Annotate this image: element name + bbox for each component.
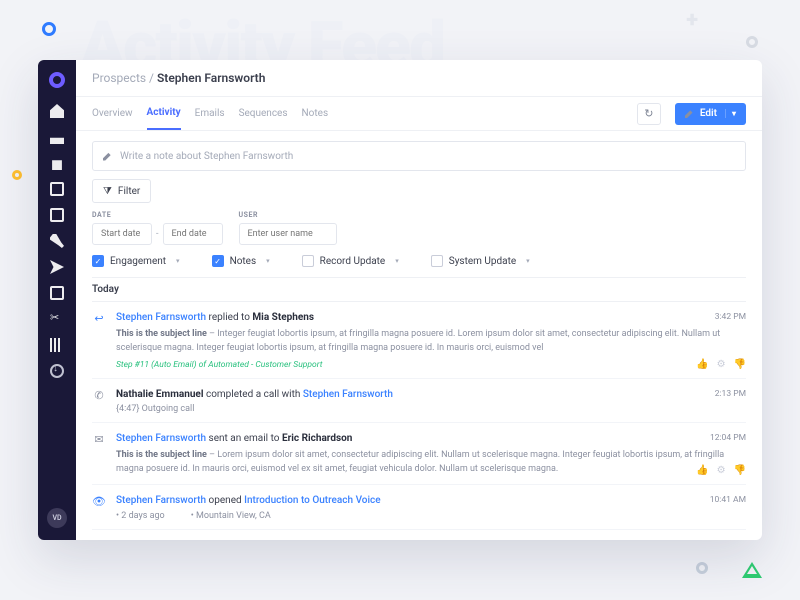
deco-plus-icon: + [686, 8, 698, 33]
app-logo-icon[interactable] [49, 72, 65, 88]
reactions: 👍 ⚙ 👎 [696, 465, 746, 476]
category-filters: ✓Engagement▾ ✓Notes▾ Record Update▾ System … [92, 255, 746, 267]
snippets-icon[interactable]: ✂ [50, 312, 64, 326]
tab-overview[interactable]: Overview [92, 98, 133, 129]
timestamp: 3:42 PM [715, 312, 746, 322]
mail-icon: ✉ [92, 433, 106, 476]
user-avatar[interactable]: VD [47, 508, 67, 528]
templates-icon[interactable] [50, 286, 64, 300]
note-input[interactable]: Write a note about Stephen Farnsworth [92, 141, 746, 171]
checkbox-icon: ✓ [92, 255, 104, 267]
reaction-button[interactable]: 👍 [696, 359, 708, 370]
breadcrumb-root[interactable]: Prospects [92, 71, 146, 85]
activity-item: ↩ Stephen Farnsworth replied to Mia Steph… [92, 302, 746, 379]
start-date-input[interactable] [92, 223, 152, 245]
activity-subrow: 2 days agoMountain View, CA [116, 511, 746, 521]
activity-meta: Step #11 (Auto Email) of Automated - Cus… [116, 360, 746, 370]
category-system-update[interactable]: System Update▾ [431, 255, 530, 267]
activity-description: This is the subject line – Lorem ipsum d… [116, 449, 746, 476]
date-label: DATE [92, 211, 223, 219]
activity-item: 👁 Stephen Farnsworth opened Introduction … [92, 485, 746, 530]
checkbox-icon: ✓ [212, 255, 224, 267]
filter-icon: ⧩ [103, 186, 112, 197]
category-notes[interactable]: ✓Notes▾ [212, 255, 270, 267]
tab-sequences[interactable]: Sequences [239, 98, 288, 129]
reports-icon[interactable] [50, 338, 64, 352]
reactions: 👍 ⚙ 👎 [696, 359, 746, 370]
main-panel: Prospects / Stephen Farnsworth Overview A… [76, 60, 762, 540]
target-link[interactable]: Introduction to Outreach Voice [244, 495, 380, 506]
tab-emails[interactable]: Emails [195, 98, 225, 129]
checkbox-icon [302, 255, 314, 267]
breadcrumb: Prospects / Stephen Farnsworth [76, 60, 762, 97]
target-link[interactable]: Stephen Farnsworth [303, 389, 393, 400]
actor-link[interactable]: Stephen Farnsworth [116, 312, 206, 323]
download-icon[interactable] [50, 364, 64, 378]
content-area: Write a note about Stephen Farnsworth ⧩ … [76, 131, 762, 540]
chevron-down-icon: ▾ [266, 257, 270, 265]
checkbox-icon [431, 255, 443, 267]
opportunities-icon[interactable] [50, 208, 64, 222]
refresh-button[interactable]: ↻ [637, 103, 661, 125]
activity-description: This is the subject line – Integer feugi… [116, 328, 746, 355]
activity-headline: Nathalie Emmanuel completed a call with … [116, 389, 746, 400]
eye-icon: 👁 [92, 495, 106, 521]
chevron-down-icon: ▾ [176, 257, 180, 265]
calls-icon[interactable] [50, 234, 64, 248]
people-icon[interactable] [50, 130, 64, 144]
user-input[interactable] [239, 223, 337, 245]
activity-headline: Stephen Farnsworth opened Introduction t… [116, 495, 746, 506]
pencil-icon [685, 109, 694, 118]
activity-item: ✆ Nathalie Emmanuel completed a call with… [92, 379, 746, 423]
filter-controls: DATE - USER [92, 211, 746, 245]
accounts-icon[interactable] [50, 156, 64, 170]
timestamp: 10:41 AM [710, 495, 746, 505]
reaction-button[interactable]: 👎 [734, 465, 746, 476]
filter-button[interactable]: ⧩ Filter [92, 179, 151, 203]
activity-sub: {4:47} Outgoing call [116, 404, 746, 414]
category-engagement[interactable]: ✓Engagement▾ [92, 255, 180, 267]
call-icon: ✆ [92, 389, 106, 414]
reaction-button[interactable]: ⚙ [717, 359, 726, 370]
edit-button[interactable]: Edit ▾ [675, 103, 746, 125]
chevron-down-icon: ▾ [526, 257, 530, 265]
chevron-down-icon: ▾ [395, 257, 399, 265]
timestamp: 2:13 PM [715, 389, 746, 399]
activity-headline: Stephen Farnsworth sent an email to Eric… [116, 433, 746, 444]
app-window: ✂ VD Prospects / Stephen Farnsworth Over… [38, 60, 762, 540]
chevron-down-icon: ▾ [725, 109, 736, 118]
home-icon[interactable] [50, 104, 64, 118]
deco-ring-icon [42, 22, 56, 36]
tasks-icon[interactable] [50, 182, 64, 196]
activity-item: ✉ Stephen Farnsworth sent an email to Eri… [92, 423, 746, 485]
category-record-update[interactable]: Record Update▾ [302, 255, 399, 267]
tab-bar: Overview Activity Emails Sequences Notes ↻ E… [76, 97, 762, 131]
deco-ring-icon [12, 170, 22, 180]
actor-link[interactable]: Stephen Farnsworth [116, 495, 206, 506]
tab-notes[interactable]: Notes [302, 98, 329, 129]
sequences-icon[interactable] [50, 260, 64, 274]
sidebar: ✂ VD [38, 60, 76, 540]
reaction-button[interactable]: ⚙ [717, 465, 726, 476]
timestamp: 12:04 PM [710, 433, 746, 443]
deco-ring-icon [746, 36, 758, 48]
tab-activity[interactable]: Activity [147, 97, 181, 130]
deco-ring-icon [696, 562, 708, 574]
user-label: USER [239, 211, 337, 219]
actor-link[interactable]: Stephen Farnsworth [116, 433, 206, 444]
reaction-button[interactable]: 👎 [734, 359, 746, 370]
breadcrumb-current: Stephen Farnsworth [157, 71, 265, 85]
activity-feed: Today ↩ Stephen Farnsworth replied to Mia … [92, 277, 746, 540]
activity-headline: Stephen Farnsworth replied to Mia Stephe… [116, 312, 746, 323]
reply-icon: ↩ [92, 312, 106, 370]
end-date-input[interactable] [163, 223, 223, 245]
reaction-button[interactable]: 👍 [696, 465, 708, 476]
deco-triangle-icon [742, 562, 762, 578]
section-header: Today [92, 277, 746, 302]
pencil-icon [103, 152, 112, 161]
